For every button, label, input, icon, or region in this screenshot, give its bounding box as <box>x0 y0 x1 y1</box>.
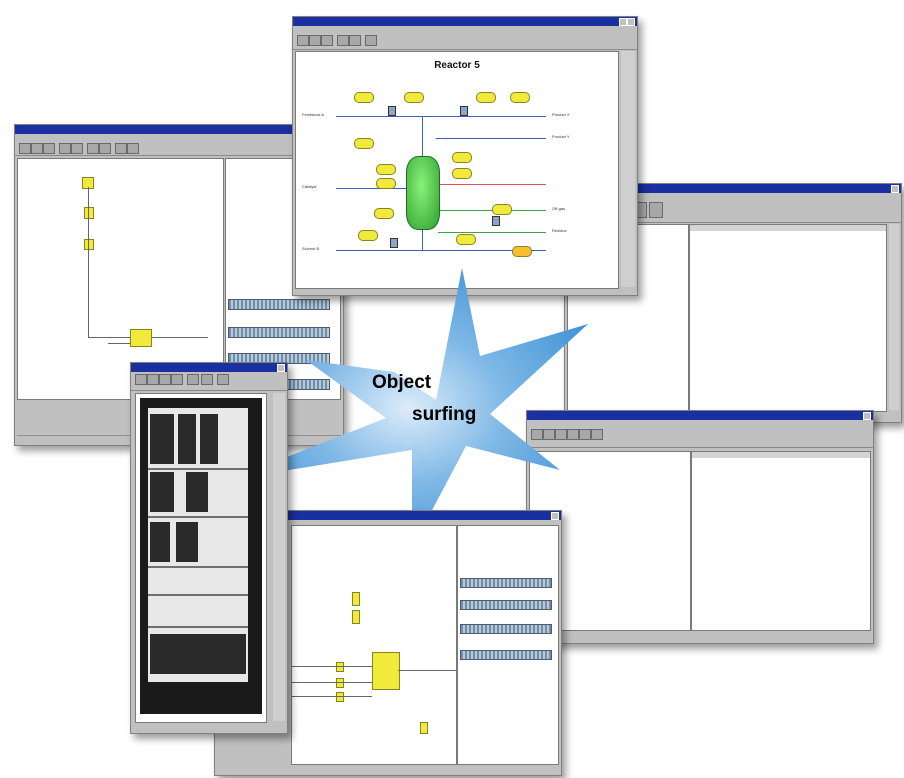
function-block-symbol[interactable] <box>130 329 152 347</box>
outflow-label: Product Y <box>552 134 570 139</box>
side-panel <box>457 525 559 765</box>
toolbar-button[interactable] <box>309 35 321 46</box>
toolbar-button[interactable] <box>159 374 171 385</box>
menu-bar: ​ <box>293 26 637 33</box>
controller-symbol[interactable] <box>404 92 424 103</box>
maximize-icon[interactable] <box>619 18 627 26</box>
controller-symbol[interactable] <box>376 178 396 189</box>
controller-symbol[interactable] <box>476 92 496 103</box>
function-block-symbol[interactable] <box>84 239 94 250</box>
controller-symbol[interactable] <box>354 138 374 149</box>
inflow-label: Solvent B <box>302 246 320 251</box>
rack-view[interactable] <box>135 393 267 723</box>
controller-symbol[interactable] <box>452 152 472 163</box>
controller-symbol[interactable] <box>376 164 396 175</box>
toolbar-button[interactable] <box>31 143 43 154</box>
toolbar-button[interactable] <box>147 374 159 385</box>
outflow-label: Product X <box>552 112 570 117</box>
toolbar-button[interactable] <box>217 374 229 385</box>
controller-symbol[interactable] <box>358 230 378 241</box>
toolbar <box>293 33 637 50</box>
reactor-window: ​ Reactor 5 Feedstock A Catalyst Solvent… <box>292 16 638 296</box>
toolbar-button[interactable] <box>349 35 361 46</box>
function-block-symbol[interactable] <box>352 610 360 624</box>
function-block-symbol[interactable] <box>336 678 344 688</box>
controller-symbol[interactable] <box>456 234 476 245</box>
toolbar-button[interactable] <box>579 429 591 440</box>
toolbar-button[interactable] <box>555 429 567 440</box>
titlebar <box>131 363 287 372</box>
hardware-rack-window <box>130 362 288 734</box>
controller-symbol[interactable] <box>512 246 532 257</box>
toolbar-button[interactable] <box>59 143 71 154</box>
toolbar-button[interactable] <box>543 429 555 440</box>
controller-symbol[interactable] <box>510 92 530 103</box>
function-block-symbol[interactable] <box>420 722 428 734</box>
list-panel[interactable] <box>691 451 871 631</box>
vertical-scrollbar[interactable] <box>273 393 285 721</box>
controller-symbol[interactable] <box>452 168 472 179</box>
toolbar-button[interactable] <box>71 143 83 154</box>
toolbar-button[interactable] <box>43 143 55 154</box>
function-block-symbol[interactable] <box>336 662 344 672</box>
callout-line-1: Object <box>372 372 432 393</box>
toolbar-button[interactable] <box>187 374 199 385</box>
toolbar-button[interactable] <box>649 202 663 218</box>
inflow-label: Feedstock A <box>302 112 325 117</box>
function-block-symbol[interactable] <box>352 592 360 606</box>
outflow-label: Off-gas <box>552 206 566 211</box>
toolbar-button[interactable] <box>19 143 31 154</box>
titlebar <box>293 17 637 26</box>
controller-symbol[interactable] <box>492 204 512 215</box>
controller-symbol[interactable] <box>374 208 394 219</box>
callout-line-2: surfing <box>412 404 477 425</box>
toolbar-button[interactable] <box>591 429 603 440</box>
close-icon[interactable] <box>863 412 871 420</box>
toolbar-button[interactable] <box>531 429 543 440</box>
toolbar-button[interactable] <box>171 374 183 385</box>
toolbar-button[interactable] <box>87 143 99 154</box>
vertical-scrollbar[interactable] <box>889 224 899 410</box>
toolbar-button[interactable] <box>365 35 377 46</box>
function-block-main[interactable] <box>372 652 400 690</box>
vertical-scrollbar[interactable] <box>621 51 635 287</box>
toolbar-button[interactable] <box>135 374 147 385</box>
toolbar-button[interactable] <box>337 35 349 46</box>
toolbar-button[interactable] <box>567 429 579 440</box>
function-block-symbol[interactable] <box>84 207 94 219</box>
toolbar-button[interactable] <box>321 35 333 46</box>
toolbar <box>527 427 873 448</box>
inflow-label: Catalyst <box>302 184 317 189</box>
function-block-symbol[interactable] <box>336 692 344 702</box>
logic-canvas[interactable] <box>291 525 457 765</box>
toolbar-button[interactable] <box>99 143 111 154</box>
alarm-list-window: ​ <box>526 410 874 644</box>
list-panel[interactable] <box>689 224 887 412</box>
process-graphic[interactable]: Reactor 5 Feedstock A Catalyst Solvent B… <box>295 51 619 289</box>
close-icon[interactable] <box>277 364 285 372</box>
outflow-label: Residue <box>552 228 567 233</box>
menu-bar: ​ <box>527 420 873 427</box>
toolbar <box>131 372 287 391</box>
toolbar-button[interactable] <box>201 374 213 385</box>
toolbar-button[interactable] <box>127 143 139 154</box>
close-icon[interactable] <box>551 512 559 520</box>
reactor-vessel[interactable] <box>406 156 440 230</box>
toolbar-button[interactable] <box>297 35 309 46</box>
close-icon[interactable] <box>627 18 635 26</box>
close-icon[interactable] <box>891 185 899 193</box>
controller-symbol[interactable] <box>354 92 374 103</box>
reactor-title: Reactor 5 <box>434 60 480 71</box>
titlebar <box>527 411 873 420</box>
toolbar-button[interactable] <box>115 143 127 154</box>
